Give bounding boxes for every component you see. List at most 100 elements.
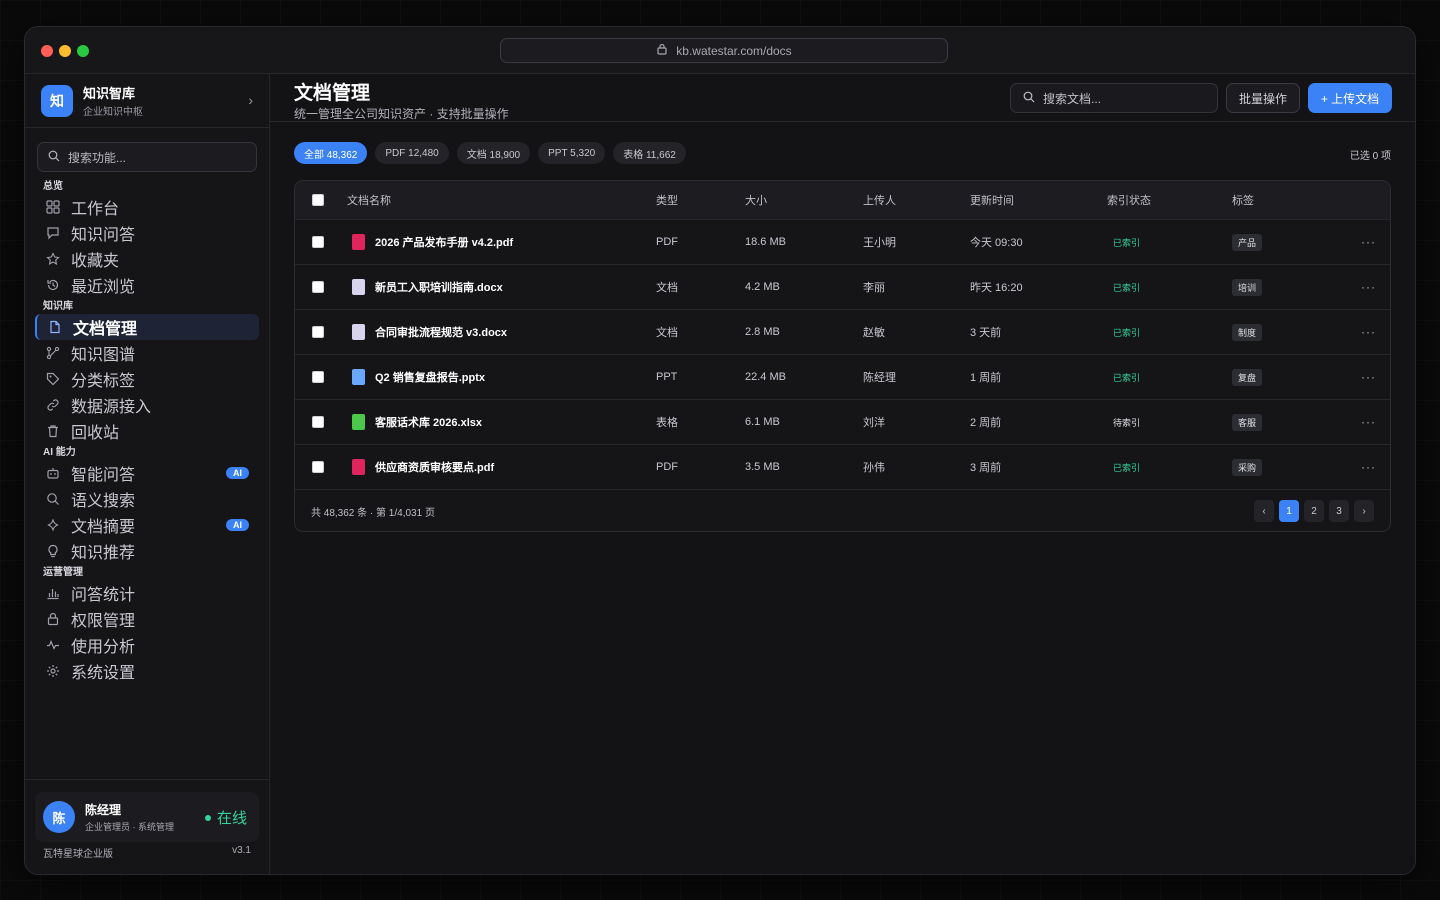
column-header-name[interactable]: 文档名称 <box>347 181 391 219</box>
sidebar-item-robot[interactable]: 智能问答 AI <box>25 460 269 486</box>
row-checkbox[interactable] <box>312 236 324 248</box>
user-card[interactable]: 陈 陈经理 企业管理员 · 系统管理 在线 <box>35 792 259 842</box>
filter-chip[interactable]: 表格 11,662 <box>613 142 686 164</box>
sidebar-item-chat[interactable]: 知识问答 <box>25 220 269 246</box>
file-name-cell[interactable]: 客服话术库 2026.xlsx <box>352 400 482 444</box>
file-name-cell[interactable]: 2026 产品发布手册 v4.2.pdf <box>352 220 513 264</box>
chat-icon <box>45 225 61 241</box>
index-status-badge: 已索引 <box>1113 462 1141 473</box>
row-checkbox[interactable] <box>312 326 324 338</box>
sidebar-item-lock[interactable]: 权限管理 <box>25 606 269 632</box>
sidebar-item-search[interactable]: 语义搜索 <box>25 486 269 512</box>
table-footer: 共 48,362 条 · 第 1/4,031 页 ‹ 1 2 3 › <box>295 489 1390 531</box>
row-checkbox[interactable] <box>312 371 324 383</box>
document-icon <box>47 319 63 335</box>
file-name-cell[interactable]: 新员工入职培训指南.docx <box>352 265 503 309</box>
table-row[interactable]: 2026 产品发布手册 v4.2.pdf PDF 18.6 MB 王小明 今天 … <box>295 219 1390 264</box>
column-header-updated[interactable]: 更新时间 <box>970 181 1014 219</box>
column-header-size[interactable]: 大小 <box>745 181 767 219</box>
link-icon <box>45 397 61 413</box>
next-page-button[interactable]: › <box>1354 500 1374 522</box>
minimize-window-button[interactable] <box>59 45 71 57</box>
sidebar-item-history[interactable]: 最近浏览 <box>25 272 269 298</box>
filter-chip[interactable]: 文档 18,900 <box>456 142 531 164</box>
filter-chip[interactable]: 全部 48,362 <box>294 142 368 164</box>
grid-icon <box>45 199 61 215</box>
sidebar-item-gear[interactable]: 系统设置 <box>25 658 269 684</box>
table-row[interactable]: 客服话术库 2026.xlsx 表格 6.1 MB 刘洋 2 周前 待索引 客服… <box>295 399 1390 444</box>
more-actions-icon[interactable]: ··· <box>1361 235 1376 249</box>
filter-chip[interactable]: PDF 12,480 <box>375 142 449 164</box>
avatar: 陈 <box>43 801 75 833</box>
file-name-cell[interactable]: 合同审批流程规范 v3.docx <box>352 310 507 354</box>
sidebar-section-title: 总览 <box>43 181 63 192</box>
search-icon <box>48 150 60 165</box>
batch-operation-button[interactable]: 批量操作 <box>1226 83 1300 113</box>
prev-page-button[interactable]: ‹ <box>1254 500 1274 522</box>
column-header-tag[interactable]: 标签 <box>1232 181 1254 219</box>
sidebar-item-sparkle[interactable]: 文档摘要 AI <box>25 512 269 538</box>
file-name-cell[interactable]: Q2 销售复盘报告.pptx <box>352 355 485 399</box>
column-header-index-status[interactable]: 索引状态 <box>1107 181 1151 219</box>
sidebar-item-link[interactable]: 数据源接入 <box>25 392 269 418</box>
more-actions-icon[interactable]: ··· <box>1361 280 1376 294</box>
row-checkbox[interactable] <box>312 416 324 428</box>
column-header-uploader[interactable]: 上传人 <box>863 181 896 219</box>
select-all-checkbox[interactable] <box>312 194 324 206</box>
file-type-icon <box>352 279 365 295</box>
sidebar-item-graph[interactable]: 知识图谱 <box>25 340 269 366</box>
maximize-window-button[interactable] <box>77 45 89 57</box>
sidebar-item-label: 文档摘要 <box>71 519 136 536</box>
updated-time: 今天 09:30 <box>970 237 1023 249</box>
file-name: 合同审批流程规范 v3.docx <box>375 327 508 339</box>
document-search-input[interactable]: 搜索文档... <box>1010 83 1218 113</box>
row-checkbox[interactable] <box>312 281 324 293</box>
page-button[interactable]: 1 <box>1279 500 1299 522</box>
upload-document-button[interactable]: + 上传文档 <box>1308 83 1392 113</box>
file-name-cell[interactable]: 供应商资质审核要点.pdf <box>352 445 494 489</box>
more-actions-icon[interactable]: ··· <box>1361 460 1376 474</box>
sidebar-item-grid[interactable]: 工作台 <box>25 194 269 220</box>
star-icon <box>45 251 61 267</box>
address-bar[interactable]: kb.watestar.com/docs <box>500 38 948 63</box>
file-type: 表格 <box>656 417 678 429</box>
table-row[interactable]: 新员工入职培训指南.docx 文档 4.2 MB 李丽 昨天 16:20 已索引… <box>295 264 1390 309</box>
file-size: 2.8 MB <box>745 326 780 338</box>
online-status: 在线 <box>204 807 247 828</box>
more-actions-icon[interactable]: ··· <box>1361 370 1376 384</box>
page-button[interactable]: 3 <box>1329 500 1349 522</box>
table-row[interactable]: Q2 销售复盘报告.pptx PPT 22.4 MB 陈经理 1 周前 已索引 … <box>295 354 1390 399</box>
tag-icon <box>45 371 61 387</box>
table-row[interactable]: 供应商资质审核要点.pdf PDF 3.5 MB 孙伟 3 周前 已索引 采购 … <box>295 444 1390 489</box>
close-window-button[interactable] <box>41 45 53 57</box>
page-button[interactable]: 2 <box>1304 500 1324 522</box>
more-actions-icon[interactable]: ··· <box>1361 325 1376 339</box>
table-row[interactable]: 合同审批流程规范 v3.docx 文档 2.8 MB 赵敏 3 天前 已索引 制… <box>295 309 1390 354</box>
sidebar-item-bar-chart[interactable]: 问答统计 <box>25 580 269 606</box>
sidebar-item-tag[interactable]: 分类标签 <box>25 366 269 392</box>
sidebar-item-trash[interactable]: 回收站 <box>25 418 269 444</box>
row-checkbox[interactable] <box>312 461 324 473</box>
sidebar-nav: 总览 工作台 知识问答 收藏夹 最近浏览 知识库 文档管理 知识图谱 分类标签 数据源接入 回收站 A… <box>25 180 269 684</box>
tag-badge: 客服 <box>1232 413 1263 431</box>
sidebar-search-input[interactable]: 搜索功能... <box>37 142 257 172</box>
brand-header[interactable]: 知 知识智库 企业知识中枢 › <box>25 74 269 128</box>
filter-chip[interactable]: PPT 5,320 <box>538 142 606 164</box>
sidebar-item-star[interactable]: 收藏夹 <box>25 246 269 272</box>
sidebar-item-activity[interactable]: 使用分析 <box>25 632 269 658</box>
sidebar-item-label: 语义搜索 <box>71 493 136 510</box>
document-table: 文档名称 类型 大小 上传人 更新时间 索引状态 标签 2026 产品发布手册 … <box>294 180 1391 532</box>
sidebar-item-bulb[interactable]: 知识推荐 <box>25 538 269 564</box>
sidebar-item-label: 知识问答 <box>71 227 136 244</box>
column-header-type[interactable]: 类型 <box>656 181 678 219</box>
chevron-right-icon[interactable]: › <box>248 92 253 108</box>
lock-icon <box>656 43 668 58</box>
more-actions-icon[interactable]: ··· <box>1361 415 1376 429</box>
ai-badge: AI <box>226 467 249 479</box>
file-size: 3.5 MB <box>745 461 780 473</box>
brand-subtitle: 企业知识中枢 <box>83 107 143 118</box>
file-type: PPT <box>656 371 678 383</box>
search-icon <box>1023 91 1035 106</box>
sidebar-item-document[interactable]: 文档管理 <box>35 314 259 340</box>
uploader: 刘洋 <box>863 417 885 429</box>
